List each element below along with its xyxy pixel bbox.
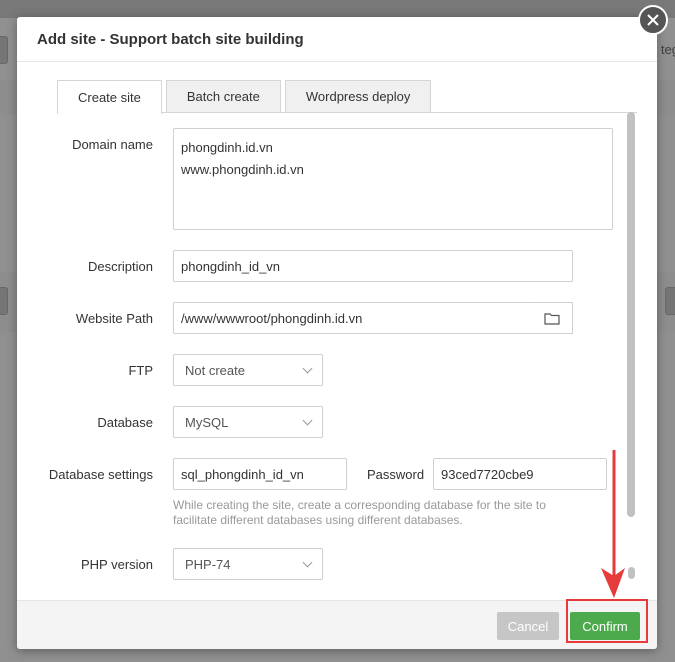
scrollbar[interactable]: [627, 112, 637, 582]
tab-batch-create[interactable]: Batch create: [165, 80, 281, 112]
cancel-button[interactable]: Cancel: [497, 612, 559, 640]
website-path-label: Website Path: [75, 311, 153, 326]
ftp-selected-value: Not create: [185, 362, 245, 378]
php-version-select[interactable]: PHP-74: [173, 548, 323, 580]
php-version-label: PHP version: [80, 557, 153, 572]
database-label: Database: [97, 415, 153, 430]
database-name-input[interactable]: sql_phongdinh_id_vn: [173, 458, 347, 490]
password-label: Password: [367, 467, 425, 482]
arrow-down-annotation-icon: [601, 450, 625, 598]
ftp-label: FTP: [128, 363, 153, 378]
password-input[interactable]: 93ced7720cbe9: [433, 458, 607, 490]
add-site-dialog: Add site - Support batch site building C…: [17, 17, 657, 649]
close-icon: [647, 14, 659, 26]
domain-line: phongdinh.id.vn: [181, 140, 273, 155]
chevron-down-icon: [302, 415, 313, 425]
ftp-select[interactable]: Not create: [173, 354, 323, 386]
chevron-down-icon: [302, 363, 313, 373]
folder-icon: [543, 312, 560, 325]
dialog-footer: [17, 600, 657, 649]
tab-create-site[interactable]: Create site: [57, 80, 162, 114]
php-version-selected-value: PHP-74: [185, 556, 231, 572]
database-selected-value: MySQL: [185, 414, 229, 430]
domain-textarea[interactable]: phongdinh.id.vn www.phongdinh.id.vn: [173, 128, 613, 230]
domain-line: www.phongdinh.id.vn: [181, 162, 304, 177]
dialog-title: Add site - Support batch site building: [37, 30, 304, 48]
domain-label: Domain name: [72, 137, 153, 152]
chevron-down-icon: [302, 557, 313, 567]
confirm-highlight-annotation: [566, 599, 648, 643]
description-label: Description: [87, 259, 153, 274]
tab-bar: Create site Batch create Wordpress deplo…: [57, 80, 637, 114]
database-settings-label: Database settings: [48, 467, 153, 482]
dialog-header: Add site - Support batch site building: [17, 17, 657, 62]
description-input[interactable]: phongdinh_id_vn: [173, 250, 573, 282]
close-button[interactable]: [638, 5, 668, 35]
database-hint: While creating the site, create a corres…: [173, 498, 546, 527]
folder-browse-button[interactable]: [531, 302, 573, 334]
tab-wordpress-deploy[interactable]: Wordpress deploy: [284, 80, 432, 112]
scrollbar-thumb[interactable]: [627, 112, 635, 517]
website-path-input[interactable]: /www/wwwroot/phongdinh.id.vn: [173, 302, 532, 334]
scrollbar-down[interactable]: [628, 567, 635, 579]
database-select[interactable]: MySQL: [173, 406, 323, 438]
